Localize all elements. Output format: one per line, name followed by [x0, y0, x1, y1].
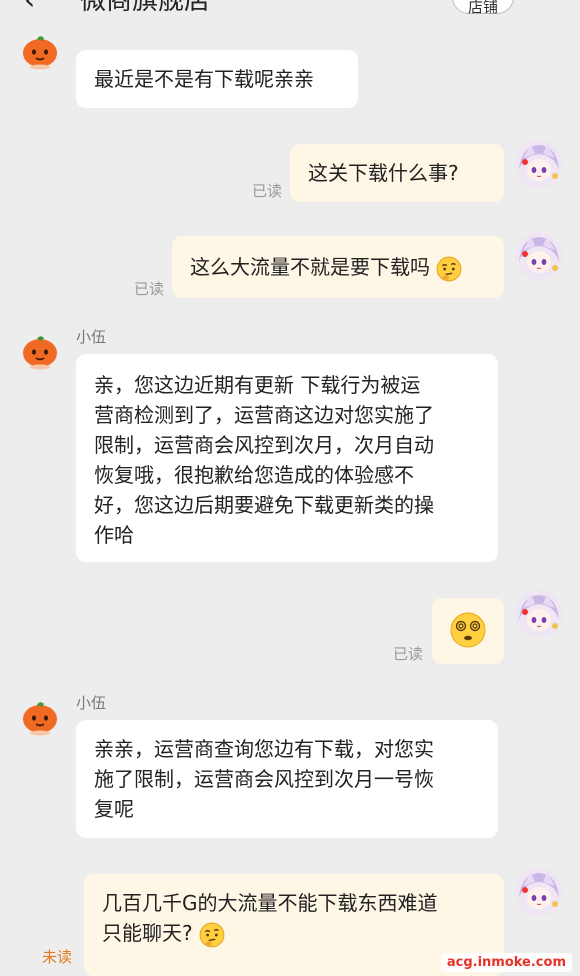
agent-name: 小伍 [76, 328, 107, 346]
message-line: 施了限制，运营商会风控到次月一号恢 [94, 767, 434, 791]
message-line: 好，您这边后期要避免下载更新类的操 [94, 493, 434, 517]
read-status: 已读 [252, 182, 283, 200]
watermark: acg.inmoke.com [440, 953, 572, 972]
message-line: 只能聊天? [102, 921, 193, 945]
message-bubble-user[interactable] [432, 598, 504, 664]
thinking-face-icon [436, 255, 462, 282]
header-bar: ‹ 微商旗舰店 店铺 [0, 0, 580, 18]
read-status: 已读 [393, 645, 424, 663]
message-text: 最近是不是有下载呢亲亲 [94, 67, 314, 91]
message-line: 营商检测到了，运营商这边对您实施了 [94, 403, 434, 427]
message-line: 限制，运营商会风控到次月，次月自动 [94, 433, 434, 457]
chevron-left-icon[interactable]: ‹ [24, 0, 35, 14]
shop-title: 微商旗舰店 [80, 0, 211, 16]
user-avatar[interactable] [515, 140, 563, 188]
message-line: 恢复哦，很抱歉给您造成的体验感不 [94, 463, 414, 487]
read-status: 已读 [134, 280, 165, 298]
message-line: 复呢 [94, 797, 134, 821]
agent-avatar[interactable] [20, 696, 60, 736]
message-line: 几百几千G的大流量不能下载东西难道 [102, 891, 438, 915]
dizzy-face-icon [450, 612, 486, 648]
message-bubble-agent[interactable]: 亲，您这边近期有更新 下载行为被运 营商检测到了，运营商这边对您实施了 限制，运… [76, 354, 498, 562]
agent-avatar[interactable] [20, 330, 60, 370]
agent-name: 小伍 [76, 694, 107, 712]
thinking-face-icon [199, 921, 225, 948]
message-line: 亲，您这边近期有更新 下载行为被运 [94, 373, 421, 397]
message-bubble-agent[interactable]: 最近是不是有下载呢亲亲 [76, 50, 358, 108]
unread-status: 未读 [42, 948, 73, 966]
user-avatar[interactable] [515, 232, 563, 280]
user-avatar[interactable] [515, 590, 563, 638]
message-text: 这关下载什么事? [308, 161, 459, 185]
agent-avatar[interactable] [20, 30, 60, 70]
message-bubble-user[interactable]: 这么大流量不就是要下载吗 [172, 236, 504, 298]
message-line: 亲亲，运营商查询您边有下载，对您实 [94, 737, 434, 761]
shop-button[interactable]: 店铺 [452, 0, 514, 16]
message-text: 这么大流量不就是要下载吗 [190, 255, 430, 279]
message-bubble-user[interactable]: 这关下载什么事? [290, 144, 504, 202]
message-line: 作哈 [94, 523, 134, 547]
user-avatar[interactable] [515, 868, 563, 916]
message-bubble-agent[interactable]: 亲亲，运营商查询您边有下载，对您实 施了限制，运营商会风控到次月一号恢 复呢 [76, 720, 498, 838]
